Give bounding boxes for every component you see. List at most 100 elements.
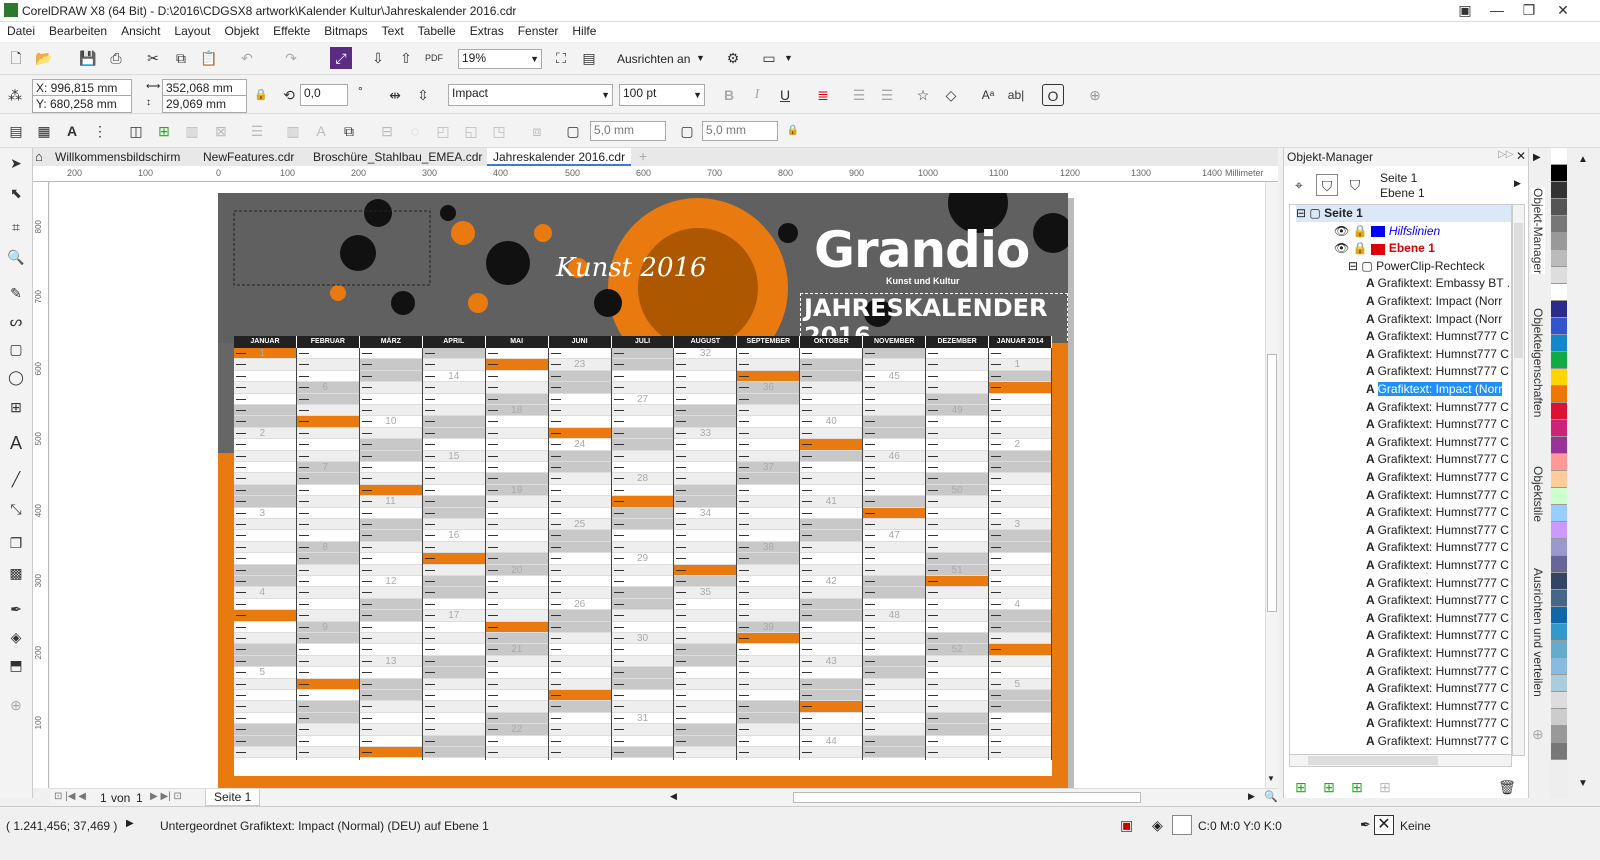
chevron-up-icon[interactable]: ▲	[1578, 154, 1588, 165]
palette-swatch[interactable]	[1551, 403, 1567, 420]
new-master-layer-odd-icon[interactable]: ⊞	[1374, 776, 1396, 798]
tree-scroll-thumb[interactable]	[1514, 223, 1523, 358]
minimize-button[interactable]: —	[1480, 0, 1514, 22]
tree-object-node[interactable]: A Grafiktext: Humnst777 C	[1366, 715, 1509, 732]
paste-icon[interactable]: 📋	[198, 47, 220, 69]
mirror-vertical-icon[interactable]: ⇳	[412, 84, 434, 106]
restore-button[interactable]: ❐	[1512, 0, 1546, 22]
add-tool-icon[interactable]: ⊕	[5, 694, 27, 716]
palette-swatch[interactable]	[1551, 624, 1567, 641]
fill-tool-icon[interactable]: ◈	[5, 626, 27, 648]
rotate-icon[interactable]: ⟲	[278, 84, 300, 106]
disabled-tool-icon[interactable]: ▥	[282, 120, 304, 142]
show-object-props-icon[interactable]: ⛉	[1344, 174, 1366, 196]
dimension-tool-icon[interactable]: ╱	[5, 468, 27, 490]
month-column[interactable]: 14 15 16 17	[422, 348, 486, 760]
month-column[interactable]: 36 37 38 39	[737, 348, 801, 760]
tree-object-node[interactable]: A Grafiktext: Humnst777 C	[1366, 416, 1509, 433]
snap-to-dropdown[interactable]: Ausrichten an	[617, 52, 690, 66]
month-header[interactable]: MÄRZ	[359, 336, 422, 348]
drop-shadow-icon[interactable]: ❐	[5, 532, 27, 554]
palette-swatch[interactable]	[1551, 471, 1567, 488]
smart-fill-icon[interactable]: ⬒	[5, 654, 27, 676]
y-position-field[interactable]: Y: 680,258 mm	[32, 95, 132, 113]
vertical-scrollbar[interactable]: ▼	[1265, 182, 1278, 788]
palette-swatch[interactable]	[1551, 420, 1567, 437]
calendar-script-text[interactable]: Kunst 2016	[556, 253, 707, 283]
tree-object-node[interactable]: A Grafiktext: Impact (Norr	[1366, 381, 1503, 398]
scroll-down-icon[interactable]: ▼	[1267, 774, 1275, 783]
chevron-down-icon[interactable]: ▼	[696, 53, 705, 63]
chevron-right-icon[interactable]: ▶	[126, 818, 134, 829]
disabled-tool-icon[interactable]: ⊟	[376, 120, 398, 142]
palette-swatch[interactable]	[1551, 505, 1567, 522]
tree-vertical-scrollbar[interactable]	[1512, 204, 1525, 756]
palette-swatch[interactable]	[1551, 726, 1567, 743]
redo-icon[interactable]: ↷	[280, 47, 302, 69]
freehand-tool-icon[interactable]: ✎	[5, 282, 27, 304]
palette-swatch[interactable]	[1551, 267, 1567, 284]
glyph-icon[interactable]: ◇	[940, 84, 962, 106]
font-family-select[interactable]: Impact ▼	[448, 84, 613, 106]
tree-object-node[interactable]: A Grafiktext: Humnst777 C	[1366, 663, 1509, 680]
palette-swatch[interactable]	[1551, 233, 1567, 250]
month-header[interactable]: AUGUST	[674, 336, 737, 348]
month-column[interactable]: 10 11 12 13	[359, 348, 423, 760]
fill-color-swatch[interactable]	[1172, 815, 1192, 835]
arrange-icon[interactable]: ⧉	[338, 120, 360, 142]
palette-swatch[interactable]	[1551, 250, 1567, 267]
month-header[interactable]: NOVEMBER	[863, 336, 926, 348]
collapse-panel-icon[interactable]: ▷▷	[1498, 149, 1513, 160]
month-column[interactable]: 6 7 8 9	[296, 348, 360, 760]
palette-swatch[interactable]	[1551, 743, 1567, 760]
add-icon[interactable]: ⊕	[1084, 84, 1106, 106]
disabled-tool-icon[interactable]: ⊠	[210, 120, 232, 142]
launch-icon[interactable]: ▭	[758, 47, 780, 69]
palette-swatch[interactable]	[1551, 437, 1567, 454]
page-first-icon[interactable]: ⊡ |◀ ◀	[54, 791, 86, 802]
zoom-icon[interactable]: 🔍	[1264, 790, 1278, 803]
color-styles-icon[interactable]: ◫	[125, 120, 147, 142]
rotation-angle-field[interactable]: 0,0	[300, 84, 348, 106]
menu-fenster[interactable]: Fenster	[511, 22, 566, 40]
horizontal-ruler[interactable]: 200 100 0 100 200 300 400 500 600 700 80…	[33, 166, 1278, 182]
palette-swatch[interactable]	[1551, 573, 1567, 590]
outline-none-icon[interactable]: ✕	[1374, 815, 1394, 835]
nudge-distance-field[interactable]: 5,0 mm	[590, 121, 666, 141]
palette-swatch[interactable]	[1551, 182, 1567, 199]
month-header[interactable]: JANUAR 2014	[989, 336, 1051, 348]
scroll-right-icon[interactable]: ▶	[1248, 791, 1255, 802]
italic-icon[interactable]: I	[746, 84, 768, 106]
super-nudge-field[interactable]: 5,0 mm	[702, 121, 778, 141]
tree-object-node[interactable]: A Grafiktext: Humnst777 C	[1366, 346, 1509, 363]
scroll-left-icon[interactable]: ◀	[670, 791, 677, 802]
month-header[interactable]: JANUAR	[234, 336, 296, 348]
tree-page-node[interactable]: ⊟ ▢ Seite 1	[1296, 205, 1511, 222]
month-column[interactable]: 23 24 25 26	[548, 348, 612, 760]
palette-swatch[interactable]	[1551, 318, 1567, 335]
palette-swatch[interactable]	[1551, 386, 1567, 403]
export-icon[interactable]: ⇧	[395, 47, 417, 69]
tab-objekt-manager[interactable]: Objekt-Manager	[1531, 188, 1545, 275]
disabled-tool-icon[interactable]: ◳	[488, 120, 510, 142]
tree-object-node[interactable]: A Grafiktext: Humnst777 C	[1366, 645, 1509, 662]
menu-bitmaps[interactable]: Bitmaps	[317, 22, 374, 40]
rulers-icon[interactable]: ▤	[578, 47, 600, 69]
tree-hscroll-thumb[interactable]	[1308, 756, 1438, 765]
character-formatting-icon[interactable]: Aᵃ	[977, 84, 999, 106]
page-layout-icon[interactable]: ▤	[5, 120, 27, 142]
palette-swatch[interactable]	[1551, 165, 1567, 182]
calendar-title[interactable]: Grandio	[814, 221, 1030, 279]
palette-swatch[interactable]	[1551, 556, 1567, 573]
calendar-subtitle[interactable]: Kunst und Kultur	[886, 276, 960, 286]
bold-icon[interactable]: B	[718, 84, 740, 106]
month-header[interactable]: SEPTEMBER	[737, 336, 800, 348]
tree-object-node[interactable]: A Grafiktext: Humnst777 C	[1366, 469, 1509, 486]
lock-icon[interactable]: 🔒	[782, 120, 804, 142]
home-icon[interactable]: ⌂	[35, 149, 43, 164]
month-header[interactable]: MAI	[485, 336, 548, 348]
month-column[interactable]: 45 46 47 48	[863, 348, 927, 760]
palette-swatch[interactable]	[1551, 607, 1567, 624]
new-layer-icon[interactable]: ⊞	[1290, 776, 1312, 798]
month-column[interactable]: 1 2 3 4 5	[234, 348, 297, 760]
